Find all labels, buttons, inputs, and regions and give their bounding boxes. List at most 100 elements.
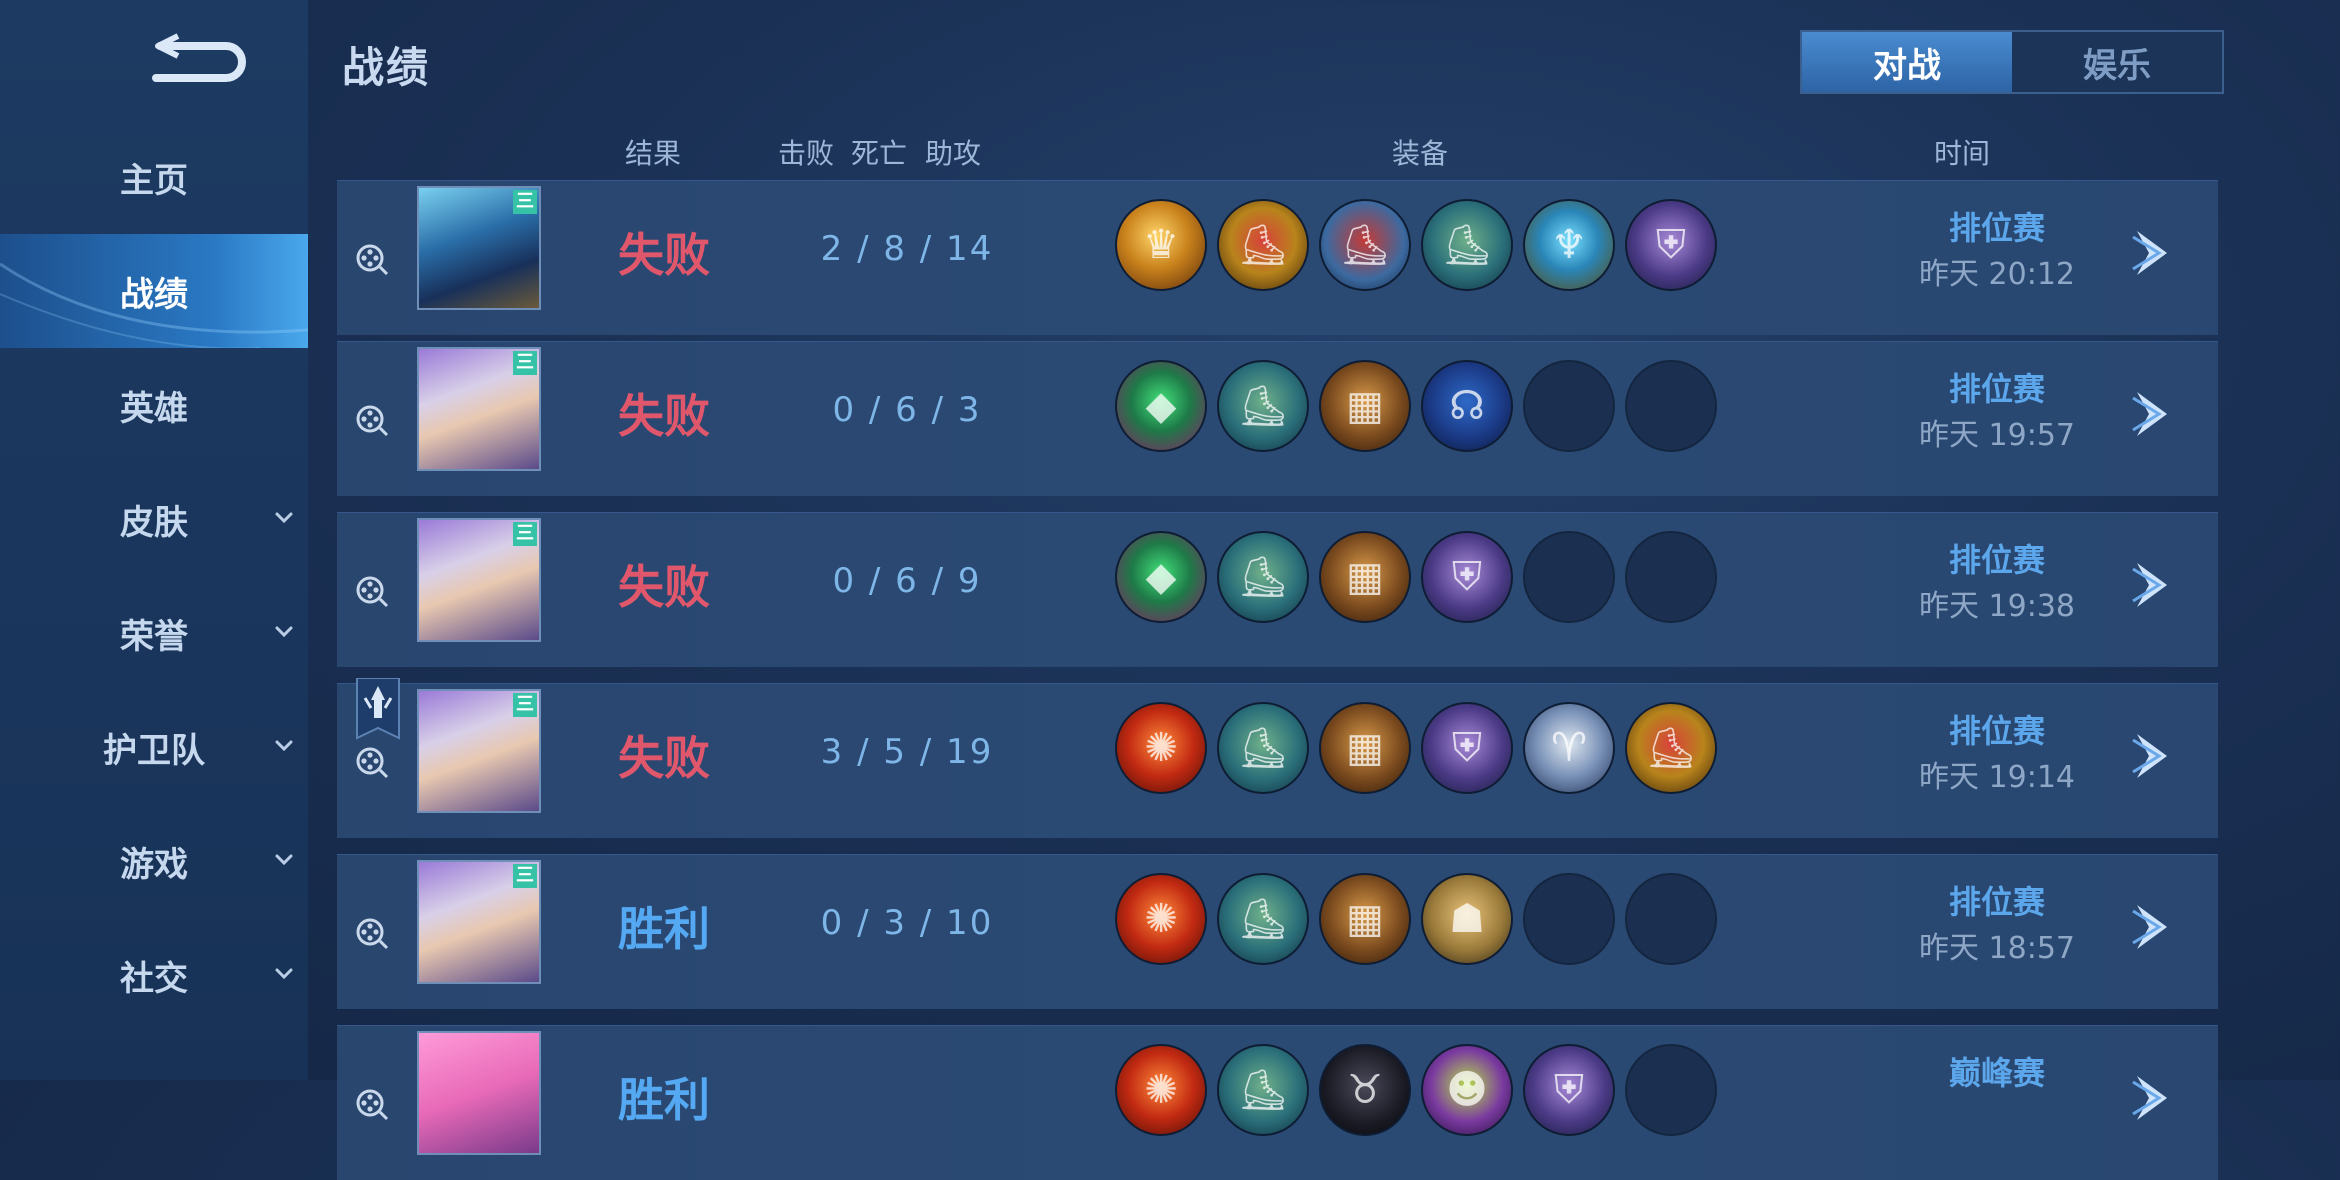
chevron-right-icon[interactable]: [2127, 386, 2183, 442]
red-orb-icon[interactable]: ✺: [1115, 1044, 1207, 1136]
green-mask-icon[interactable]: ☻: [1421, 1044, 1513, 1136]
rank-badge-icon: [355, 677, 401, 742]
kda-stats: 2 / 8 / 14: [820, 229, 994, 269]
match-result: 失败: [618, 731, 710, 785]
chevron-down-icon: [272, 620, 296, 644]
item-list: ◆ ⛸ ▦ ⛨: [1115, 531, 1717, 623]
chevron-down-icon: [272, 734, 296, 758]
empty-item-slot: [1523, 873, 1615, 965]
game-mode: 排位赛: [1948, 541, 2045, 579]
game-mode: 排位赛: [1948, 370, 2045, 408]
column-header-result: 结果: [625, 137, 682, 170]
sidebar-item-0[interactable]: 主页: [0, 120, 308, 234]
red-orb-icon[interactable]: ✺: [1115, 702, 1207, 794]
sidebar-item-2[interactable]: 英雄: [0, 348, 308, 462]
silver-ram-shield-icon[interactable]: ♈: [1523, 702, 1615, 794]
purple-cape-icon[interactable]: ⛨: [1421, 531, 1513, 623]
teal-boots-icon[interactable]: ⛸: [1217, 702, 1309, 794]
chevron-down-icon: [272, 506, 296, 530]
teal-boots-icon[interactable]: ⛸: [1217, 360, 1309, 452]
sidebar-item-4[interactable]: 荣誉: [0, 576, 308, 690]
white-haired-hero-portrait[interactable]: 三: [417, 347, 541, 471]
teal-boots-icon[interactable]: ⛸: [1217, 531, 1309, 623]
gold-mask-icon[interactable]: ♛: [1115, 199, 1207, 291]
bronze-armor-icon[interactable]: ▦: [1319, 531, 1411, 623]
chevron-right-icon[interactable]: [2127, 1070, 2183, 1126]
match-time: 昨天 19:38: [1919, 589, 2075, 624]
sidebar-item-3[interactable]: 皮肤: [0, 462, 308, 576]
sidebar-item-6[interactable]: 游戏: [0, 804, 308, 918]
replay-film-icon[interactable]: [355, 243, 389, 277]
chevron-right-icon[interactable]: [2127, 557, 2183, 613]
match-result: 胜利: [618, 902, 710, 956]
purple-cape-icon[interactable]: ⛨: [1625, 199, 1717, 291]
golden-helm-icon[interactable]: ♆: [1523, 199, 1615, 291]
teal-boots-icon[interactable]: ⛸: [1217, 873, 1309, 965]
sidebar-item-label: 战绩: [120, 274, 188, 315]
column-header-time: 时间: [1934, 137, 1991, 170]
bronze-armor-icon[interactable]: ▦: [1319, 360, 1411, 452]
red-gold-boots-icon[interactable]: ⛸: [1625, 702, 1717, 794]
sidebar: 主页战绩英雄皮肤荣誉护卫队 游戏 社交: [0, 0, 308, 1080]
game-mode: 排位赛: [1948, 209, 2045, 247]
white-haired-hero-portrait[interactable]: 三: [417, 689, 541, 813]
green-crystal-icon[interactable]: ◆: [1115, 531, 1207, 623]
item-list: ✺ ⛸ ▦ ⛨ ♈ ⛸: [1115, 702, 1717, 794]
sidebar-item-1[interactable]: 战绩: [0, 234, 308, 348]
tab-entertainment[interactable]: 娱乐: [2012, 32, 2222, 92]
match-row[interactable]: 三失败 3 / 5 / 19 ✺ ⛸ ▦ ⛨ ♈ ⛸ 排位赛 昨天 19:14: [337, 677, 2218, 838]
sidebar-item-label: 英雄: [120, 388, 188, 429]
kda-stats: 0 / 3 / 10: [820, 903, 994, 943]
black-horns-icon[interactable]: ♉: [1319, 1044, 1411, 1136]
match-row[interactable]: 三失败 0 / 6 / 3 ◆ ⛸ ▦ ☊ 排位赛 昨天 19:57: [337, 341, 2218, 496]
match-row[interactable]: 三失败 0 / 6 / 9 ◆ ⛸ ▦ ⛨ 排位赛 昨天 19:38: [337, 512, 2218, 667]
replay-film-icon[interactable]: [355, 575, 389, 609]
replay-film-icon[interactable]: [355, 1088, 389, 1122]
armored-blue-hero-portrait[interactable]: 三: [417, 186, 541, 310]
bronze-armor-icon[interactable]: ▦: [1319, 702, 1411, 794]
replay-film-icon[interactable]: [355, 917, 389, 951]
replay-film-icon[interactable]: [355, 746, 389, 780]
empty-item-slot: [1523, 531, 1615, 623]
hero-level-tag: 三: [513, 522, 537, 546]
gold-robe-icon[interactable]: ☗: [1421, 873, 1513, 965]
item-list: ✺ ⛸ ♉ ☻ ⛨: [1115, 1044, 1717, 1136]
chevron-right-icon[interactable]: [2127, 225, 2183, 281]
teal-boots-icon[interactable]: ⛸: [1217, 1044, 1309, 1136]
kda-stats: 3 / 5 / 19: [820, 732, 994, 772]
red-gold-boots-icon[interactable]: ⛸: [1217, 199, 1309, 291]
sidebar-item-5[interactable]: 护卫队: [0, 690, 308, 804]
hooded-cloak-icon[interactable]: ☊: [1421, 360, 1513, 452]
match-row[interactable]: 三胜利 0 / 3 / 10 ✺ ⛸ ▦ ☗ 排位赛 昨天 18:57: [337, 854, 2218, 1009]
tab-battle[interactable]: 对战: [1802, 32, 2012, 92]
chevron-right-icon[interactable]: [2127, 728, 2183, 784]
sidebar-item-label: 荣誉: [120, 616, 188, 657]
mode-tabs: 对战 娱乐: [1800, 30, 2224, 94]
purple-cape-icon[interactable]: ⛨: [1421, 702, 1513, 794]
replay-film-icon[interactable]: [355, 404, 389, 438]
match-row[interactable]: 三失败 2 / 8 / 14 ♛ ⛸ ⛸ ⛸ ♆ ⛨ 排位赛 昨天 20:12: [337, 180, 2218, 335]
red-orb-icon[interactable]: ✺: [1115, 873, 1207, 965]
pink-haired-hero-portrait[interactable]: [417, 1031, 541, 1155]
white-haired-hero-portrait[interactable]: 三: [417, 860, 541, 984]
teal-boots-icon[interactable]: ⛸: [1421, 199, 1513, 291]
match-row[interactable]: 胜利 ✺ ⛸ ♉ ☻ ⛨ 巅峰赛: [337, 1025, 2218, 1180]
hero-level-tag: 三: [513, 190, 537, 214]
column-header-assists: 助攻: [925, 137, 982, 170]
back-arrow-icon: [152, 33, 246, 82]
back-button[interactable]: [148, 28, 252, 84]
bronze-armor-icon[interactable]: ▦: [1319, 873, 1411, 965]
white-haired-hero-portrait[interactable]: 三: [417, 518, 541, 642]
match-result: 胜利: [618, 1073, 710, 1127]
item-list: ♛ ⛸ ⛸ ⛸ ♆ ⛨: [1115, 199, 1717, 291]
page-title: 战绩: [342, 43, 431, 92]
sidebar-item-7[interactable]: 社交: [0, 918, 308, 1032]
chevron-down-icon: [272, 962, 296, 986]
kda-stats: 0 / 6 / 9: [832, 561, 982, 601]
hero-level-tag: 三: [513, 864, 537, 888]
chevron-right-icon[interactable]: [2127, 899, 2183, 955]
red-armor-boots-icon[interactable]: ⛸: [1319, 199, 1411, 291]
purple-cape-icon[interactable]: ⛨: [1523, 1044, 1615, 1136]
green-crystal-icon[interactable]: ◆: [1115, 360, 1207, 452]
column-header-items: 装备: [1392, 137, 1449, 170]
